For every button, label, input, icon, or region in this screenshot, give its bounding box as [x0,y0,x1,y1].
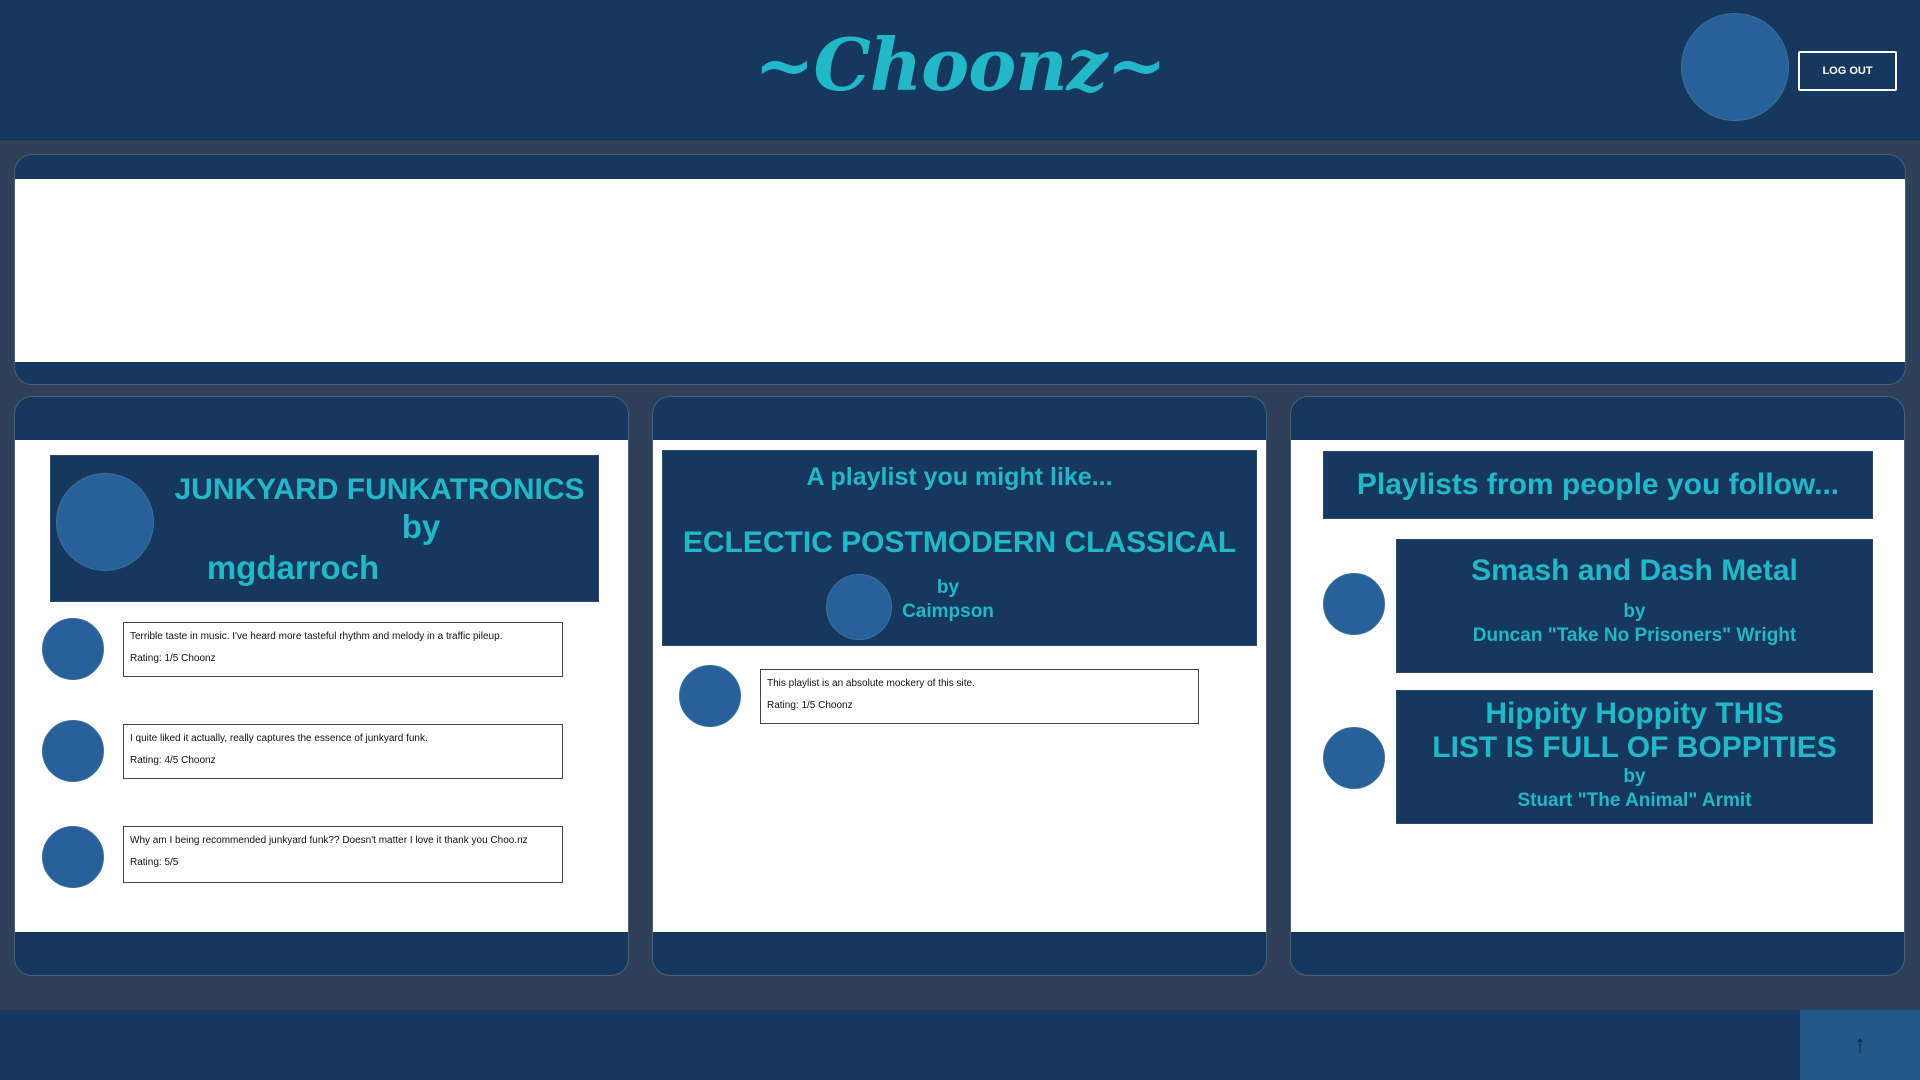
recommended-card: A playlist you might like... ECLECTIC PO… [652,396,1267,976]
followed-playlist-title: LIST IS FULL OF BOPPITIES [1432,731,1837,764]
following-card: Playlists from people you follow... Smas… [1290,396,1905,976]
comment-box: I quite liked it actually, really captur… [123,724,563,779]
comment-rating: Rating: 1/5 Choonz [130,653,216,664]
footer: ↑ [0,1010,1920,1080]
scroll-to-top-button[interactable]: ↑ [1800,1010,1920,1080]
commenter-avatar[interactable] [42,720,104,782]
arrow-up-icon: ↑ [1854,1031,1866,1058]
recommended-header[interactable]: A playlist you might like... ECLECTIC PO… [662,450,1257,646]
banner-content [15,179,1905,362]
comment-text: I quite liked it actually, really captur… [130,733,428,744]
following-card-body: Playlists from people you follow... Smas… [1291,440,1904,932]
playlist-owner-avatar[interactable] [56,473,154,571]
followed-playlist[interactable]: Smash and Dash Metal by Duncan "Take No … [1396,539,1873,673]
followed-playlist-owner[interactable]: Duncan "Take No Prisoners" Wright [1397,624,1872,648]
top-bar: ~Choonz~ LOG OUT [0,0,1920,140]
followed-playlist-title: Hippity Hoppity THIS [1485,697,1784,730]
comment-rating: Rating: 5/5 [130,857,179,868]
logout-button[interactable]: LOG OUT [1798,51,1897,91]
followed-playlist[interactable]: Hippity Hoppity THIS LIST IS FULL OF BOP… [1396,690,1873,824]
playlist-by-label: by [401,508,441,545]
playlist-title: JUNKYARD FUNKATRONICS [174,473,585,506]
playlist-owner-name[interactable]: mgdarroch [173,548,413,588]
user-avatar[interactable] [1681,13,1789,121]
recommended-title[interactable]: ECLECTIC POSTMODERN CLASSICAL [663,526,1256,560]
commenter-avatar[interactable] [679,665,741,727]
recommended-owner-avatar[interactable] [826,574,892,640]
banner-card [14,154,1906,385]
following-heading: Playlists from people you follow... [1323,451,1873,519]
playlist-header[interactable]: JUNKYARD FUNKATRONICS by mgdarroch [50,455,599,602]
comment-box: This playlist is an absolute mockery of … [760,669,1199,724]
recommended-by-label: by [936,577,960,598]
playlist-card-body: JUNKYARD FUNKATRONICS by mgdarroch Terri… [15,440,628,932]
recommended-subtitle: A playlist you might like... [806,463,1113,491]
playlist-card: JUNKYARD FUNKATRONICS by mgdarroch Terri… [14,396,629,976]
followed-playlist-by-label: by [1623,601,1646,622]
comment-text: Why am I being recommended junkyard funk… [130,835,528,846]
followed-user-avatar[interactable] [1323,727,1385,789]
recommended-card-body: A playlist you might like... ECLECTIC PO… [653,440,1266,932]
comment-text: This playlist is an absolute mockery of … [767,678,975,689]
followed-playlist-by-label: by [1623,766,1646,787]
followed-playlist-owner[interactable]: Stuart "The Animal" Armit [1397,789,1872,813]
site-logo[interactable]: ~Choonz~ [0,22,1920,107]
comment-rating: Rating: 1/5 Choonz [767,700,853,711]
commenter-avatar[interactable] [42,826,104,888]
recommended-owner-name[interactable]: Caimpson [893,600,1003,624]
comment-box: Terrible taste in music. I've heard more… [123,622,563,677]
comment-box: Why am I being recommended junkyard funk… [123,826,563,883]
followed-user-avatar[interactable] [1323,573,1385,635]
comment-rating: Rating: 4/5 Choonz [130,755,216,766]
comment-text: Terrible taste in music. I've heard more… [130,631,503,642]
commenter-avatar[interactable] [42,618,104,680]
followed-playlist-title: Smash and Dash Metal [1471,554,1798,587]
